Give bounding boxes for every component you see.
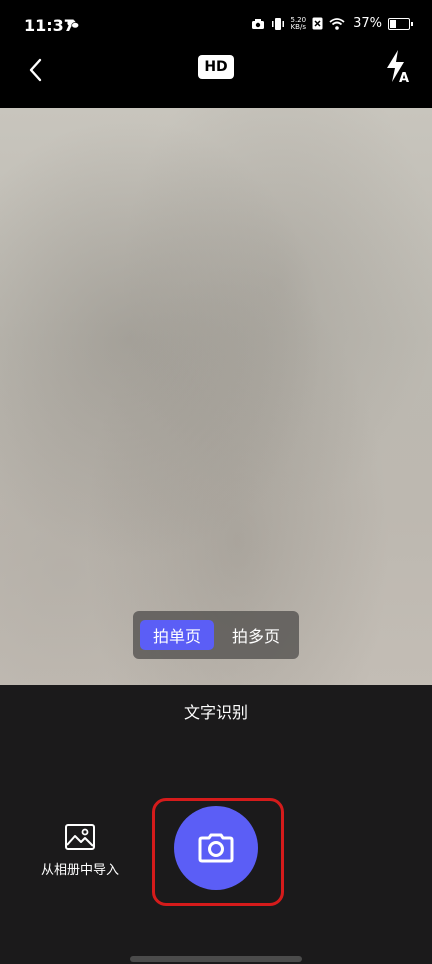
camera-toolbar: HD A — [0, 44, 432, 108]
camera-preview — [0, 108, 432, 685]
image-icon — [65, 824, 95, 850]
flash-auto-icon[interactable]: A — [382, 48, 412, 86]
camera-icon — [198, 833, 234, 863]
scan-mode-title[interactable]: 文字识别 — [0, 699, 432, 723]
svg-text:A: A — [399, 71, 409, 86]
net-speed-unit: KB/s — [290, 22, 306, 31]
status-icons: 5.20 KB/s 37% — [251, 16, 413, 31]
import-label: 从相册中导入 — [40, 863, 119, 878]
battery-fill — [390, 19, 396, 28]
battery-icon — [388, 17, 413, 30]
wechat-icon — [67, 19, 79, 29]
mode-single-page[interactable]: 拍单页 — [140, 620, 214, 650]
import-from-album-button[interactable]: 从相册中导入 — [32, 823, 128, 878]
gesture-handle — [130, 956, 302, 962]
battery-tip — [411, 21, 413, 26]
battery-percent: 37% — [353, 16, 382, 31]
sim-x-icon — [312, 17, 323, 30]
network-speed: 5.20 KB/s — [290, 16, 307, 31]
mode-multi-page[interactable]: 拍多页 — [219, 620, 293, 650]
capture-mode-switch: 拍单页 拍多页 — [133, 611, 299, 659]
shutter-button[interactable] — [174, 806, 258, 890]
vibrate-icon — [271, 17, 284, 30]
hd-toggle-button[interactable]: HD — [198, 55, 234, 79]
back-icon[interactable] — [22, 54, 54, 86]
bottom-panel: 文字识别 从相册中导入 — [0, 685, 432, 964]
wifi-icon — [329, 17, 345, 30]
camera-status-icon — [251, 18, 264, 29]
